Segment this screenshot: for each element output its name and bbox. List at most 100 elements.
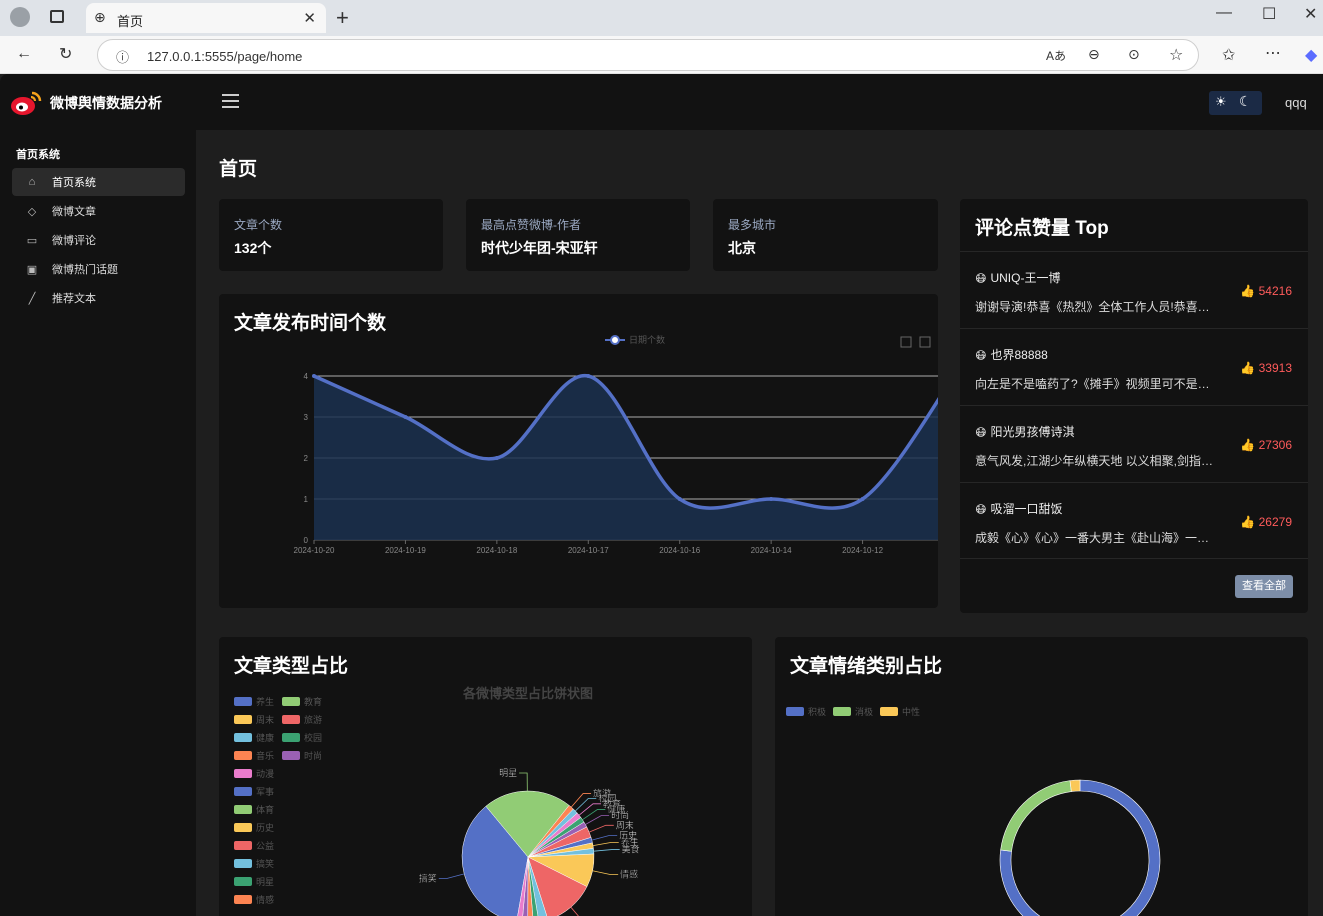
- author-name: 吸溜一口甜饭: [990, 502, 1063, 516]
- list-item[interactable]: 😷 UNIQ-王一博 谢谢导演!恭喜《热烈》全体工作人员!恭喜… 👍 54216: [960, 251, 1308, 328]
- minimize-icon[interactable]: —: [1216, 4, 1232, 22]
- y-tick-label: 4: [304, 372, 309, 381]
- type-chart-title: 文章类型占比: [234, 656, 349, 677]
- menu-toggle-icon[interactable]: [222, 94, 239, 112]
- sidebar-item-comments[interactable]: ▭ 微博评论: [12, 226, 185, 254]
- sun-icon[interactable]: ☀: [1215, 94, 1227, 110]
- top-bar: ☀ ☾ qqq: [196, 74, 1323, 130]
- slice-label: 搞笑: [419, 873, 437, 884]
- label-line: [593, 849, 620, 852]
- tab-actions-icon[interactable]: [50, 10, 64, 23]
- like-count: 👍 54216: [1240, 284, 1292, 298]
- like-count: 👍 26279: [1240, 515, 1292, 529]
- likes-value: 26279: [1258, 515, 1292, 529]
- x-tick-label: 2024-10-20: [294, 546, 335, 555]
- tab-title: 首页: [117, 14, 144, 29]
- list-item[interactable]: 😷 也界88888 向左是不是嗑药了?《摊手》视频里可不是… 👍 33913: [960, 328, 1308, 405]
- y-tick-label: 1: [304, 495, 309, 504]
- page-title: 首页: [219, 159, 258, 180]
- pen-icon: ╱: [28, 292, 36, 305]
- list-item[interactable]: 😷 阳光男孩傅诗淇 意气风发,江湖少年纵横天地 以义相聚,剑指… 👍 27306: [960, 405, 1308, 482]
- user-name[interactable]: qqq: [1285, 95, 1307, 110]
- likes-value: 27306: [1258, 438, 1292, 452]
- sidebar-item-label: 首页系统: [52, 177, 96, 189]
- back-icon[interactable]: ←: [16, 45, 32, 63]
- donut-slice: [999, 779, 1161, 916]
- menu-dots-icon[interactable]: ⋯: [1265, 43, 1281, 63]
- new-tab-icon[interactable]: +: [336, 5, 349, 31]
- clipboard-icon: ▣: [26, 263, 38, 276]
- label-line: [575, 798, 597, 812]
- comment-author: 😷 UNIQ-王一博: [975, 269, 1060, 286]
- likes-value: 54216: [1258, 284, 1292, 298]
- author-name: 阳光男孩傅诗淇: [990, 425, 1075, 439]
- emotion-chart-title: 文章情绪类别占比: [790, 656, 943, 677]
- more-page-icon[interactable]: ⊙: [1128, 46, 1140, 63]
- comment-text: 意气风发,江湖少年纵横天地 以义相聚,剑指…: [975, 454, 1214, 468]
- sidebar: 微博舆情数据分析 首页系统 ⌂ 首页系统 ◇ 微博文章 ▭ 微博评论 ▣ 微博热…: [0, 74, 196, 916]
- browser-toolbar: ← ↻ ⓘ 127.0.0.1:5555/page/home Aあ ⊖ ⊙ ☆ …: [0, 36, 1323, 74]
- sidebar-item-recommend[interactable]: ╱ 推荐文本: [12, 284, 185, 312]
- user-mask-icon: 😷: [975, 273, 987, 285]
- address-bar[interactable]: ⓘ 127.0.0.1:5555/page/home Aあ ⊖ ⊙ ☆: [97, 39, 1199, 71]
- main-content: 首页 文章个数 132个 最高点赞微博-作者 时代少年团-宋亚轩 最多城市 北京…: [196, 130, 1323, 916]
- browser-title-bar: ⊕ 首页 ✕ + — ☐ ✕: [0, 0, 1323, 36]
- maximize-icon[interactable]: ☐: [1262, 4, 1276, 24]
- sidebar-item-label: 微博文章: [52, 206, 96, 218]
- data-point: [494, 456, 499, 460]
- y-tick-label: 0: [304, 536, 309, 545]
- author-name: UNIQ-王一博: [990, 271, 1061, 285]
- stat-card-top-author: 最高点赞微博-作者 时代少年团-宋亚轩: [466, 199, 690, 271]
- label-line: [592, 870, 619, 875]
- zoom-out-icon[interactable]: ⊖: [1088, 46, 1100, 63]
- comment-author: 😷 吸溜一口甜饭: [975, 500, 1062, 517]
- line-chart-card: 文章发布时间个数 日期个数 0 1 2 3 4 2024-10-20 2024-10-19 20…: [219, 294, 938, 608]
- favorite-star-icon[interactable]: ☆: [1169, 45, 1183, 65]
- legend-label: 日期个数: [629, 334, 665, 345]
- data-point: [677, 497, 682, 501]
- line-chart: 日期个数 0 1 2 3 4 2024-10-20 2024-10-19 2024-10-18 2…: [294, 334, 938, 555]
- x-tick-label: 2024-10-18: [476, 546, 517, 555]
- y-tick-label: 2: [304, 454, 309, 463]
- close-tab-icon[interactable]: ✕: [303, 9, 316, 27]
- top-comments-title: 评论点赞量 Top: [975, 218, 1109, 239]
- sidebar-item-articles[interactable]: ◇ 微博文章: [12, 197, 185, 225]
- read-aloud-icon[interactable]: Aあ: [1046, 47, 1066, 64]
- donut-slice: [1000, 780, 1072, 852]
- stat-label: 文章个数: [234, 218, 283, 232]
- sidebar-item-home[interactable]: ⌂ 首页系统: [12, 168, 185, 196]
- stat-label: 最高点赞微博-作者: [481, 218, 581, 232]
- refresh-icon[interactable]: ↻: [59, 44, 72, 64]
- stat-value: 北京: [728, 240, 756, 256]
- moon-icon[interactable]: ☾: [1239, 93, 1252, 110]
- donut-slice: [1069, 779, 1081, 792]
- sidebar-item-label: 推荐文本: [52, 293, 96, 305]
- type-pie-chart: 各微博类型占比饼状图搞笑明星旅游校园教育健康时尚周末历史养生美食情感音乐动漫军事…: [419, 686, 640, 916]
- list-item[interactable]: 😷 吸溜一口甜饭 成毅《心》《心》一番大男主《赴山海》一… 👍 26279: [960, 482, 1308, 559]
- data-point: [403, 415, 408, 419]
- label-line: [438, 873, 465, 879]
- slice-label: 美食: [622, 844, 640, 855]
- comment-author: 😷 阳光男孩傅诗淇: [975, 423, 1074, 440]
- view-all-button[interactable]: 查看全部: [1235, 575, 1293, 598]
- brand[interactable]: 微博舆情数据分析: [10, 88, 162, 118]
- author-name: 也界88888: [990, 348, 1048, 362]
- profile-icon[interactable]: [10, 7, 30, 27]
- sidebar-item-label: 微博评论: [52, 235, 96, 247]
- pie-title: 各微博类型占比饼状图: [462, 686, 593, 701]
- favorites-icon[interactable]: ✩: [1222, 45, 1235, 65]
- thumbs-up-icon: 👍: [1240, 361, 1259, 375]
- close-window-icon[interactable]: ✕: [1304, 4, 1317, 24]
- info-icon[interactable]: ⓘ: [116, 47, 129, 66]
- thumbs-up-icon: 👍: [1240, 438, 1259, 452]
- copilot-icon[interactable]: ◆: [1305, 45, 1317, 65]
- theme-toggle[interactable]: ☀ ☾: [1209, 91, 1262, 115]
- sidebar-item-topics[interactable]: ▣ 微博热门话题: [12, 255, 185, 283]
- legend-marker: [610, 335, 620, 345]
- label-line: [582, 809, 606, 821]
- globe-icon: ⊕: [94, 9, 106, 25]
- sidebar-item-label: 微博热门话题: [52, 264, 118, 276]
- data-point: [586, 374, 591, 378]
- browser-tab[interactable]: ⊕ 首页 ✕: [86, 3, 326, 33]
- label-line: [585, 815, 610, 825]
